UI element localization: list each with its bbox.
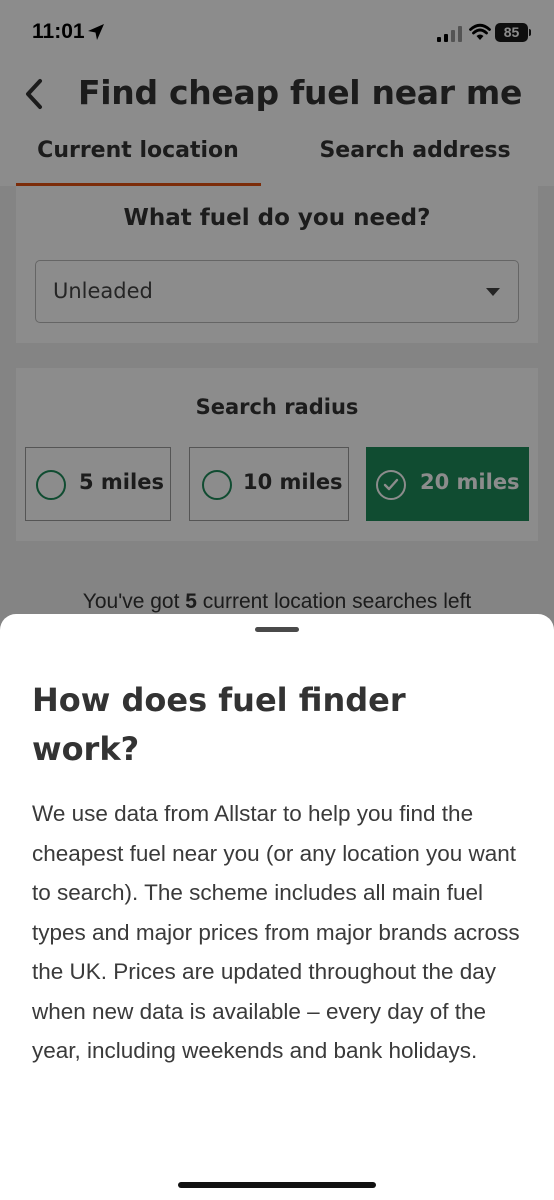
sheet-drag-handle[interactable] <box>255 627 299 632</box>
sheet-title: How does fuel finder work? <box>32 681 406 768</box>
info-bottom-sheet: How does fuel finder work? We use data f… <box>0 614 554 1200</box>
sheet-body: We use data from Allstar to help you fin… <box>32 801 520 1063</box>
home-indicator[interactable] <box>178 1182 376 1188</box>
